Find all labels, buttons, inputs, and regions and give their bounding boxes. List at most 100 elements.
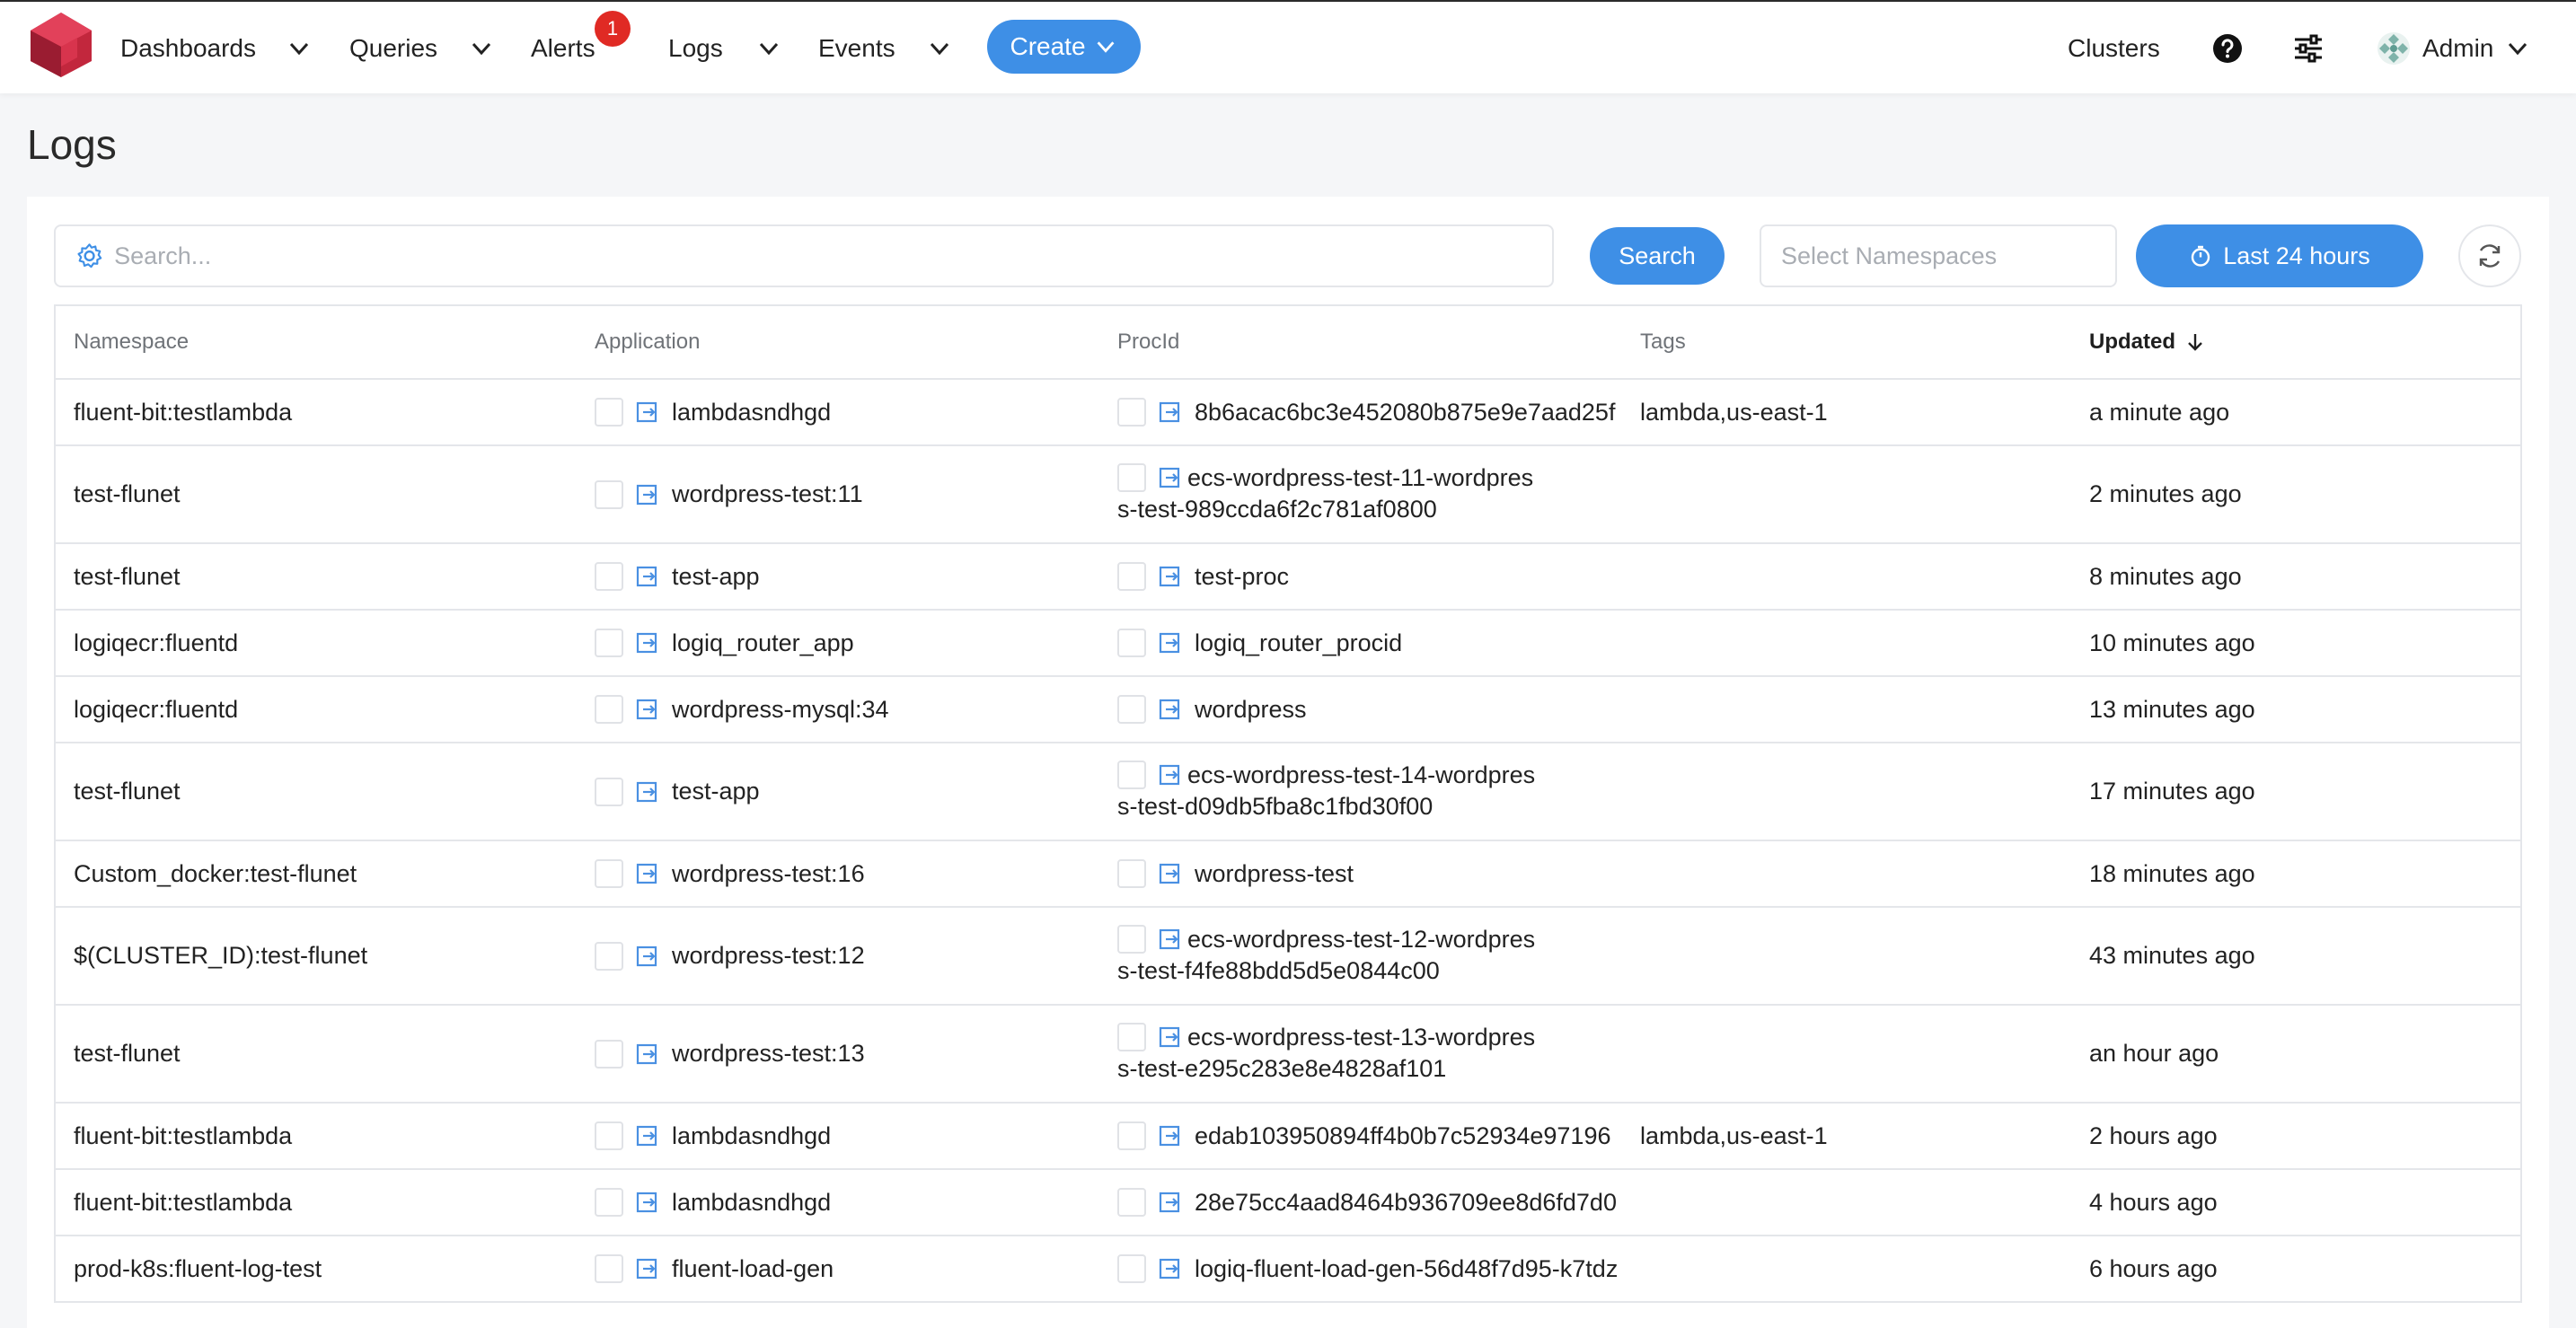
refresh-button[interactable] (2458, 224, 2521, 287)
procid-cell: edab103950894ff4b0b7c52934e97196 (1117, 1104, 1620, 1168)
updated-cell: 2 minutes ago (2089, 446, 2511, 542)
application-checkbox[interactable] (595, 1188, 623, 1217)
column-header-namespace[interactable]: Namespace (74, 306, 189, 378)
open-link-icon[interactable] (634, 400, 659, 425)
search-box[interactable] (54, 224, 1554, 287)
open-link-icon[interactable] (634, 564, 659, 589)
open-link-icon[interactable] (1157, 697, 1182, 722)
column-header-application[interactable]: Application (595, 306, 700, 378)
open-link-icon[interactable] (1157, 762, 1182, 787)
procid-checkbox[interactable] (1117, 629, 1146, 657)
open-link-icon[interactable] (1157, 1123, 1182, 1148)
settings-button[interactable] (2287, 27, 2330, 70)
application-link: lambdasndhgd (672, 1121, 832, 1149)
column-header-tags[interactable]: Tags (1640, 306, 1686, 378)
application-checkbox[interactable] (595, 859, 623, 888)
procid-checkbox[interactable] (1117, 1023, 1146, 1051)
application-link: fluent-load-gen (672, 1254, 834, 1282)
open-link-icon[interactable] (1157, 1190, 1182, 1215)
nav-queries[interactable]: Queries (349, 2, 437, 95)
procid-checkbox[interactable] (1117, 398, 1146, 427)
nav-events[interactable]: Events (818, 2, 895, 95)
procid-cell: ecs-wordpress-test-12-wordpress-test-f4f… (1117, 908, 1620, 1004)
column-header-updated[interactable]: Updated (2089, 306, 2206, 378)
open-link-icon[interactable] (1157, 564, 1182, 589)
open-link-icon[interactable] (1157, 1025, 1182, 1050)
procid-checkbox[interactable] (1117, 1254, 1146, 1283)
procid-wrapper: ecs-wordpress-test-14-wordpress-test-d09… (1117, 760, 1539, 822)
namespace-cell: fluent-bit:testlambda (74, 380, 577, 444)
namespace-value: logiqecr:fluentd (74, 629, 239, 656)
search-button[interactable]: Search (1590, 227, 1725, 285)
application-checkbox[interactable] (595, 562, 623, 591)
application-checkbox[interactable] (595, 479, 623, 509)
queries-chevron-down-icon[interactable] (468, 35, 495, 62)
open-link-icon[interactable] (634, 1256, 659, 1281)
open-link-icon[interactable] (634, 482, 659, 507)
open-link-icon[interactable] (634, 697, 659, 722)
procid-checkbox[interactable] (1117, 859, 1146, 888)
application-checkbox[interactable] (595, 1121, 623, 1150)
nav-dashboards[interactable]: Dashboards (120, 2, 256, 95)
application-checkbox[interactable] (595, 1254, 623, 1283)
time-range-button[interactable]: Last 24 hours (2136, 224, 2423, 287)
help-button[interactable] (2206, 27, 2249, 70)
create-button-label: Create (1010, 32, 1086, 60)
updated-value: 18 minutes ago (2089, 859, 2255, 887)
namespace-value: fluent-bit:testlambda (74, 398, 293, 426)
updated-value: 10 minutes ago (2089, 629, 2255, 656)
open-link-icon[interactable] (1157, 1256, 1182, 1281)
application-checkbox[interactable] (595, 629, 623, 657)
open-link-icon[interactable] (1157, 630, 1182, 655)
open-link-icon[interactable] (634, 861, 659, 886)
create-button[interactable]: Create (987, 20, 1141, 74)
events-chevron-down-icon[interactable] (926, 35, 953, 62)
procid-checkbox[interactable] (1117, 1188, 1146, 1217)
user-name-label: Admin (2422, 34, 2494, 62)
procid-checkbox[interactable] (1117, 695, 1146, 724)
open-link-icon[interactable] (634, 1042, 659, 1067)
namespace-select-input[interactable] (1781, 242, 2115, 270)
open-link-icon[interactable] (1157, 400, 1182, 425)
application-checkbox[interactable] (595, 1039, 623, 1069)
open-link-icon[interactable] (1157, 927, 1182, 952)
procid-checkbox[interactable] (1117, 562, 1146, 591)
gear-icon[interactable] (75, 242, 103, 270)
open-link-icon[interactable] (634, 1123, 659, 1148)
nav-clusters[interactable]: Clusters (2068, 2, 2160, 95)
nav-logs[interactable]: Logs (668, 2, 723, 95)
application-checkbox[interactable] (595, 777, 623, 806)
open-link-icon[interactable] (634, 630, 659, 655)
dashboards-chevron-down-icon[interactable] (286, 35, 313, 62)
application-checkbox[interactable] (595, 695, 623, 724)
stopwatch-icon (2191, 245, 2210, 267)
open-link-icon[interactable] (1157, 465, 1182, 490)
table-header: Namespace Application ProcId Tags Update… (56, 306, 2520, 380)
open-link-icon[interactable] (634, 779, 659, 805)
nav-alerts[interactable]: Alerts (531, 2, 595, 95)
updated-cell: 13 minutes ago (2089, 677, 2511, 742)
procid-checkbox[interactable] (1117, 761, 1146, 789)
user-menu[interactable]: Admin (2376, 2, 2531, 95)
open-link-icon[interactable] (1157, 861, 1182, 886)
search-input[interactable] (114, 242, 1552, 270)
table-row: fluent-bit:testlambda lambdasndhgd 8b6acac… (56, 380, 2520, 446)
application-checkbox[interactable] (595, 941, 623, 971)
column-header-procid[interactable]: ProcId (1117, 306, 1179, 378)
open-link-icon[interactable] (634, 944, 659, 969)
nav-queries-label: Queries (349, 34, 438, 62)
application-checkbox[interactable] (595, 398, 623, 427)
namespace-cell: fluent-bit:testlambda (74, 1170, 577, 1235)
open-link-icon[interactable] (634, 1190, 659, 1215)
procid-checkbox[interactable] (1117, 1121, 1146, 1150)
procid-checkbox[interactable] (1117, 925, 1146, 954)
logiq-logo[interactable] (27, 11, 95, 79)
application-link: lambdasndhgd (672, 1188, 832, 1216)
tags-cell (1640, 841, 2071, 906)
procid-checkbox[interactable] (1117, 463, 1146, 492)
namespace-select[interactable] (1760, 224, 2117, 287)
logs-chevron-down-icon[interactable] (755, 35, 782, 62)
updated-value: 43 minutes ago (2089, 942, 2255, 969)
table-row: test-flunet test-app test-proc 8 minutes ag… (56, 544, 2520, 611)
application-cell: lambdasndhgd (595, 1170, 1098, 1235)
